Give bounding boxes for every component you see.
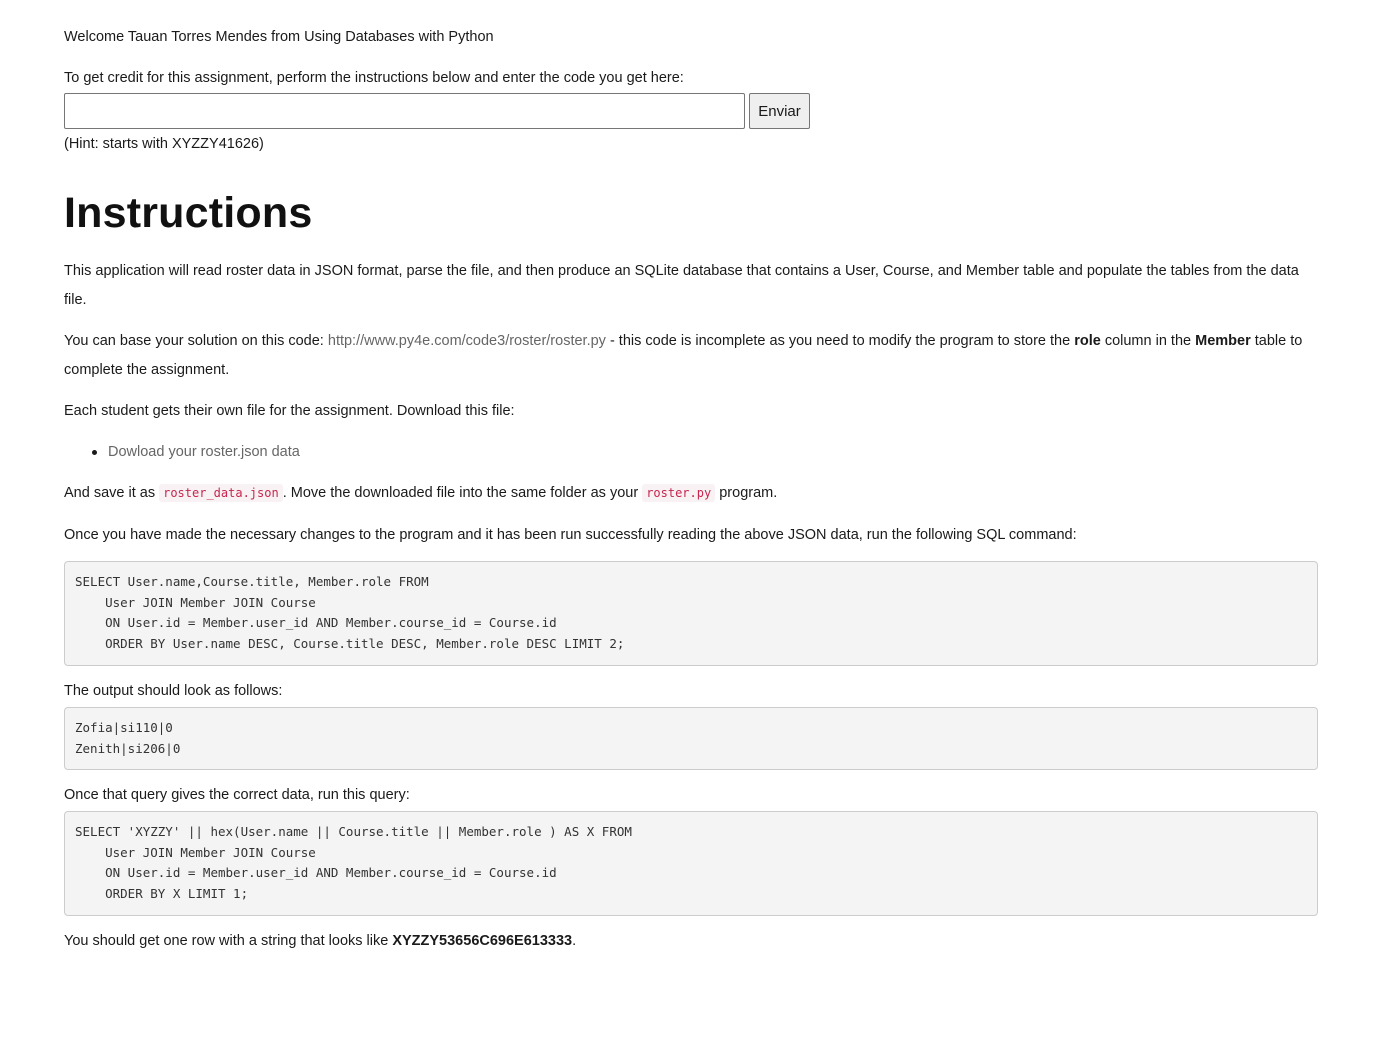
welcome-text: Welcome Tauan Torres Mendes from Using D… <box>64 29 494 45</box>
list-item: Dowload your roster.json data <box>64 438 300 467</box>
save-suffix: program. <box>715 485 778 501</box>
code-submit-form: Enviar <box>64 93 824 129</box>
base-code-after-role: column in the <box>1100 333 1196 349</box>
submit-button[interactable]: Enviar <box>749 93 810 129</box>
roster-py-filename: roster.py <box>642 484 716 502</box>
credit-instruction-label: To get credit for this assignment, perfo… <box>64 70 684 86</box>
roster-py-link[interactable]: http://www.py4e.com/code3/roster/roster.… <box>328 333 606 349</box>
code-input[interactable] <box>64 93 745 129</box>
download-list: Dowload your roster.json data <box>64 438 300 467</box>
expected-result-paragraph: You should get one row with a string tha… <box>64 927 1318 956</box>
sample-output-block: Zofia|si110|0 Zenith|si206|0 <box>64 707 1318 770</box>
save-middle: . Move the downloaded file into the same… <box>282 485 643 501</box>
sql-query-block: SELECT User.name,Course.title, Member.ro… <box>64 561 1318 666</box>
second-query-label: Once that query gives the correct data, … <box>64 787 410 803</box>
run-sql-paragraph: Once you have made the necessary changes… <box>64 527 1077 543</box>
instructions-heading: Instructions <box>64 189 313 237</box>
output-label: The output should look as follows: <box>64 683 283 699</box>
intro-paragraph: This application will read roster data i… <box>64 263 1299 308</box>
base-code-middle: - this code is incomplete as you need to… <box>605 333 1075 349</box>
expected-suffix: . <box>572 933 577 949</box>
base-code-paragraph: You can base your solution on this code:… <box>64 327 1318 385</box>
member-bold-text: Member <box>1195 333 1251 349</box>
roster-data-filename: roster_data.json <box>159 484 283 502</box>
save-file-paragraph: And save it as roster_data.json. Move th… <box>64 479 1318 508</box>
expected-code: XYZZY53656C696E613333 <box>392 933 573 949</box>
each-student-paragraph: Each student gets their own file for the… <box>64 403 515 419</box>
download-roster-link[interactable]: Dowload your roster.json data <box>108 444 300 460</box>
base-code-prefix: You can base your solution on this code: <box>64 333 328 349</box>
save-prefix: And save it as <box>64 485 160 501</box>
expected-prefix: You should get one row with a string tha… <box>64 933 393 949</box>
page: Welcome Tauan Torres Mendes from Using D… <box>0 0 1392 1040</box>
role-bold-text: role <box>1074 333 1101 349</box>
hint-text: (Hint: starts with XYZZY41626) <box>64 136 264 152</box>
hex-query-block: SELECT 'XYZZY' || hex(User.name || Cours… <box>64 811 1318 916</box>
bullet-icon <box>92 450 97 455</box>
